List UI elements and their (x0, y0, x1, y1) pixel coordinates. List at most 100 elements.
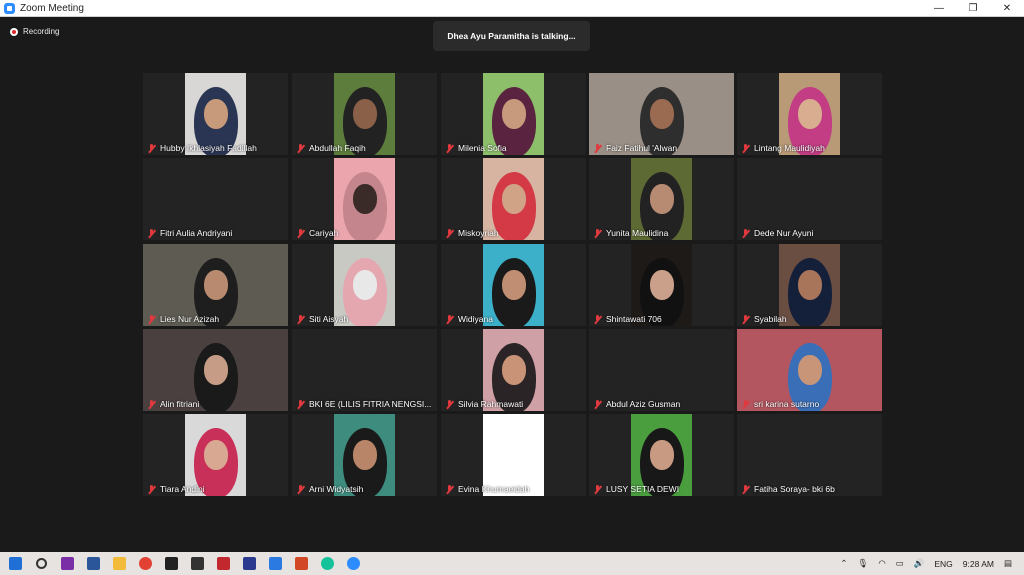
zoom-icon[interactable] (340, 552, 366, 575)
recording-indicator[interactable]: Recording (10, 27, 59, 36)
participant-tile[interactable]: Widiyana (441, 244, 586, 326)
onenote-icon[interactable] (54, 552, 80, 575)
wifi-icon[interactable]: ◠ (878, 558, 885, 569)
mic-muted-icon (147, 143, 156, 153)
gallery-app-icon[interactable] (210, 552, 236, 575)
system-tray: ⌃ 🎙 ◠ ▭ 🔊 ENG 9:28 AM ▤ (835, 552, 1024, 575)
participant-tile[interactable]: Fitri Aulia Andriyani (143, 158, 288, 240)
participant-name: Lies Nur Azizah (160, 314, 220, 324)
participant-face (797, 355, 822, 385)
participant-tile[interactable]: LUSY SETIA DEWI (589, 414, 734, 496)
active-speaker-text: Dhea Ayu Paramitha is talking... (447, 31, 576, 41)
participant-tile[interactable]: Yunita Maulidina (589, 158, 734, 240)
participant-name-tag: Lies Nur Azizah (147, 314, 219, 324)
powerpoint-icon[interactable] (288, 552, 314, 575)
participant-face (501, 270, 526, 300)
grammarly-icon[interactable] (314, 552, 340, 575)
slash-app-icon[interactable] (236, 552, 262, 575)
participant-tile[interactable]: Abdul Aziz Gusman (589, 329, 734, 411)
participant-tile[interactable]: Silvia Rahmawati (441, 329, 586, 411)
mic-muted-icon (445, 143, 454, 153)
participant-name-tag: Evina Khumaeidah (445, 484, 529, 494)
participant-name-tag: Abdul Aziz Gusman (593, 399, 680, 409)
window-title: Zoom Meeting (20, 2, 84, 14)
participant-name-tag: Fitri Aulia Andriyani (147, 228, 232, 238)
language-indicator[interactable]: ENG (934, 559, 952, 569)
participant-name-tag: Shintawati 706 (593, 314, 662, 324)
mic-muted-icon (741, 399, 750, 409)
participant-tile[interactable]: Evina Khumaeidah (441, 414, 586, 496)
chevron-up-icon[interactable]: ⌃ (840, 558, 847, 569)
windows-start-icon[interactable] (2, 552, 28, 575)
participant-name-tag: Fatiha Soraya- bki 6b (741, 484, 835, 494)
participant-tile[interactable]: Cariyah (292, 158, 437, 240)
participant-tile[interactable]: Fatiha Soraya- bki 6b (737, 414, 882, 496)
participant-tile[interactable]: Milenia Sofia (441, 73, 586, 155)
file-explorer-icon[interactable] (106, 552, 132, 575)
mic-muted-icon (296, 143, 305, 153)
mic-muted-icon (296, 484, 305, 494)
minimize-button[interactable]: — (922, 0, 956, 17)
restore-button[interactable]: ❐ (956, 0, 990, 17)
participant-tile[interactable]: Arni Widyatsih (292, 414, 437, 496)
participant-name-tag: BKI 6E (LILIS FITRIA NENGSI... (296, 399, 431, 409)
mic-muted-icon (741, 314, 750, 324)
mic-muted-icon (296, 314, 305, 324)
todo-icon[interactable] (262, 552, 288, 575)
notifications-icon[interactable]: ▤ (1004, 558, 1012, 569)
participant-name: Hubby Ikhlasiyah Fadillah (160, 143, 257, 153)
search-icon[interactable] (28, 552, 54, 575)
participant-face (352, 99, 377, 129)
mic-muted-icon (445, 228, 454, 238)
close-button[interactable]: ✕ (990, 0, 1024, 17)
participant-tile[interactable]: Abdullah Faqih (292, 73, 437, 155)
meeting-area: Recording Dhea Ayu Paramitha is talking.… (0, 17, 1024, 552)
participant-tile[interactable]: Lies Nur Azizah (143, 244, 288, 326)
participant-tile[interactable]: Shintawati 706 (589, 244, 734, 326)
participant-name: Fitri Aulia Andriyani (160, 228, 233, 238)
participant-tile[interactable]: sri karina sutarno (737, 329, 882, 411)
participant-tile[interactable]: Siti Aisyah (292, 244, 437, 326)
participant-name: BKI 6E (LILIS FITRIA NENGSI... (309, 399, 432, 409)
participant-tile[interactable]: BKI 6E (LILIS FITRIA NENGSI... (292, 329, 437, 411)
active-speaker-banner: Dhea Ayu Paramitha is talking... (433, 21, 590, 51)
participant-name: Siti Aisyah (309, 314, 349, 324)
participant-name: Abdul Aziz Gusman (606, 399, 681, 409)
mic-muted-icon (445, 484, 454, 494)
participant-tile[interactable]: Miskoyriah (441, 158, 586, 240)
participant-name: Faiz Fatihul 'Alwan (606, 143, 678, 153)
participant-face (203, 355, 228, 385)
participant-face (501, 355, 526, 385)
participant-tile[interactable]: Hubby Ikhlasiyah Fadillah (143, 73, 288, 155)
participant-tile[interactable]: Dede Nur Ayuni (737, 158, 882, 240)
chrome-icon[interactable] (132, 552, 158, 575)
participant-name: Syabilah (754, 314, 787, 324)
participant-tile[interactable]: Faiz Fatihul 'Alwan (589, 73, 734, 155)
participant-face (501, 440, 526, 470)
battery-icon[interactable]: ▭ (896, 558, 904, 569)
participant-name-tag: Abdullah Faqih (296, 143, 366, 153)
participant-name: Shintawati 706 (606, 314, 662, 324)
participant-face (352, 270, 377, 300)
camera-app-icon[interactable] (184, 552, 210, 575)
participant-face (649, 99, 674, 129)
word-icon[interactable] (80, 552, 106, 575)
participant-face (649, 440, 674, 470)
participant-name-tag: Yunita Maulidina (593, 228, 668, 238)
notion-icon[interactable] (158, 552, 184, 575)
mic-muted-icon (147, 314, 156, 324)
mic-muted-icon (445, 399, 454, 409)
participant-tile[interactable]: Lintang Maulidiyah (737, 73, 882, 155)
microphone-icon[interactable]: 🎙 (858, 558, 869, 569)
participant-tile[interactable]: Tiara Andini (143, 414, 288, 496)
participant-name: Alin fitriani (160, 399, 200, 409)
participant-tile[interactable]: Syabilah (737, 244, 882, 326)
clock[interactable]: 9:28 AM (963, 559, 994, 569)
participant-face (203, 99, 228, 129)
participant-face (203, 440, 228, 470)
participant-name: Silvia Rahmawati (458, 399, 524, 409)
participant-name-tag: LUSY SETIA DEWI (593, 484, 679, 494)
mic-muted-icon (593, 228, 602, 238)
volume-icon[interactable]: 🔊 (914, 558, 925, 569)
participant-tile[interactable]: Alin fitriani (143, 329, 288, 411)
